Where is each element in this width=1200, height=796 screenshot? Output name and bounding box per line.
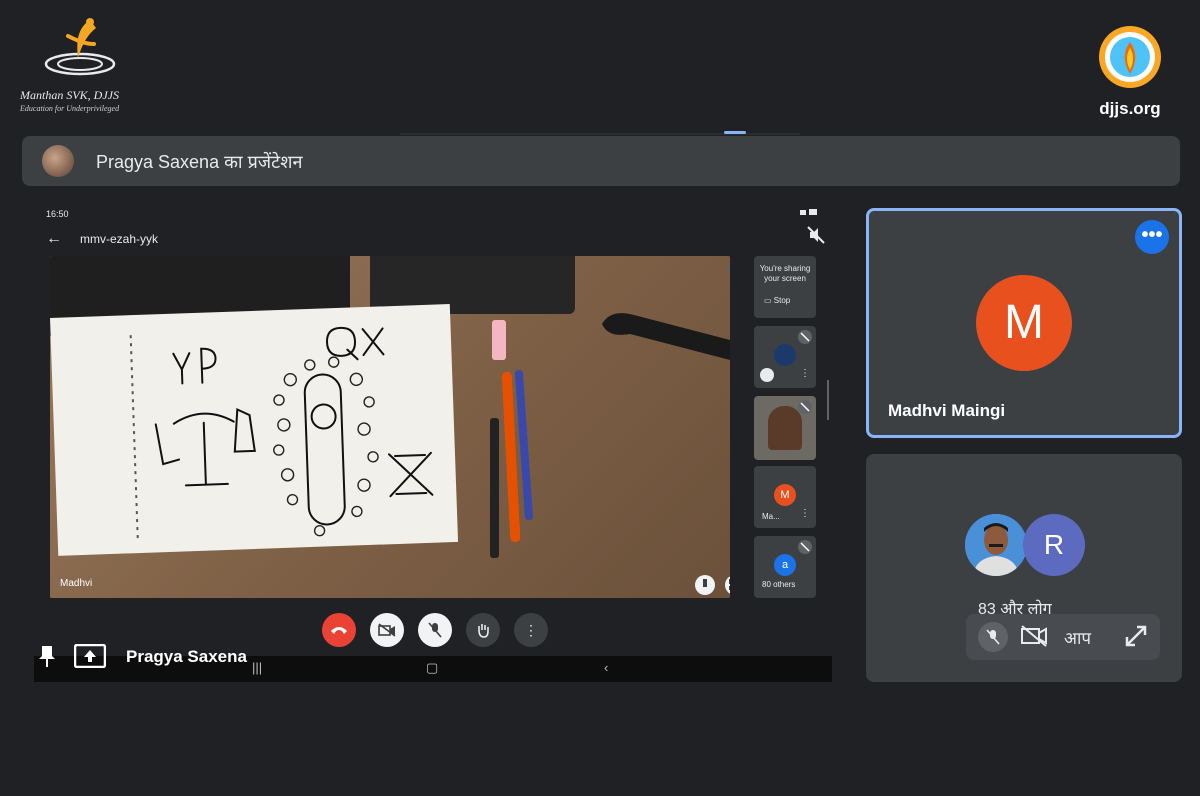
mic-off-icon xyxy=(798,540,812,556)
others-tile[interactable]: R 83 और लोग आप xyxy=(866,454,1182,682)
feed-label: Madhvi xyxy=(60,578,93,589)
presentation-banner: Pragya Saxena का प्रजेंटेशन xyxy=(22,136,1180,186)
self-view-bar: आप xyxy=(966,614,1160,660)
camera-off-icon xyxy=(378,623,396,637)
present-screen-icon[interactable] xyxy=(74,644,106,668)
participant-photo-avatar xyxy=(965,514,1027,576)
presenter-name: Pragya Saxena xyxy=(126,647,247,666)
home-icon[interactable]: ▢ xyxy=(426,660,438,676)
participant-tile-madhvi[interactable]: ••• M Madhvi Maingi xyxy=(866,208,1182,438)
self-label: आप xyxy=(1064,629,1092,648)
stop-sharing-button[interactable]: ▭ Stop xyxy=(764,296,790,305)
manthan-emblem-icon xyxy=(44,18,116,76)
mic-off-icon xyxy=(798,400,812,416)
presentation-title: Pragya Saxena का प्रजेंटेशन xyxy=(96,152,303,172)
stop-label: Stop xyxy=(773,296,791,305)
phone-status-icons xyxy=(800,208,820,218)
shared-screen: 16:50 ← mmv-ezah-yyk Madhvi You're shari… xyxy=(34,200,832,682)
mic-off-button[interactable] xyxy=(978,622,1008,652)
sharing-notice-line1: You're sharing xyxy=(759,264,811,273)
sharing-notice-line2: your screen xyxy=(764,274,806,283)
speaker-off-icon[interactable] xyxy=(806,225,826,250)
sketchbook xyxy=(50,304,459,556)
mic-off-icon xyxy=(428,622,442,638)
brand-name: Manthan SVK, DJJS xyxy=(20,88,119,102)
hand-icon xyxy=(760,368,774,382)
more-options-icon[interactable]: ⋮ xyxy=(800,368,810,379)
expand-icon[interactable] xyxy=(1124,624,1148,653)
djjs-logo: djjs.org xyxy=(1090,24,1170,120)
participant-face xyxy=(768,406,802,450)
participant-name: Ma... xyxy=(762,512,780,521)
markers xyxy=(490,320,533,558)
sharing-notice-tile: You're sharing your screen ▭ Stop xyxy=(754,256,816,318)
pin-icon[interactable] xyxy=(38,644,56,668)
presenter-avatar xyxy=(42,145,74,177)
others-tile[interactable]: a 80 others xyxy=(754,536,816,598)
stop-icon: ▭ xyxy=(764,296,772,305)
raise-hand-button[interactable] xyxy=(466,613,500,647)
scrollbar[interactable] xyxy=(827,380,829,420)
end-call-icon xyxy=(331,627,347,634)
fullscreen-icon xyxy=(725,576,730,594)
brand-tagline: Education for Underprivileged xyxy=(20,104,120,113)
back-icon[interactable]: ‹ xyxy=(604,660,608,675)
more-options-icon: ••• xyxy=(1141,224,1163,246)
back-arrow-icon[interactable]: ← xyxy=(46,230,62,248)
participant-avatar-r: R xyxy=(1023,514,1085,576)
more-options-icon: ⋮ xyxy=(524,621,538,638)
mic-toggle-button[interactable] xyxy=(418,613,452,647)
others-count: 80 others xyxy=(762,580,796,589)
participant-avatar xyxy=(774,344,796,366)
djjs-url[interactable]: djjs.org xyxy=(1090,99,1170,119)
participant-avatar: M xyxy=(976,275,1072,371)
phone-status-time: 16:50 xyxy=(46,209,69,219)
tab-indicator xyxy=(724,131,746,134)
stand-object xyxy=(602,313,730,360)
presenter-bar: Pragya Saxena xyxy=(38,642,298,672)
participant-name: Madhvi Maingi xyxy=(888,401,1006,420)
mic-off-icon xyxy=(798,330,812,346)
meet-controls: ⋮ xyxy=(322,613,548,647)
camera-feed: Madhvi xyxy=(50,256,730,598)
djjs-emblem-icon xyxy=(1099,26,1161,88)
participant-video-tile[interactable] xyxy=(754,396,816,460)
pin-icon xyxy=(695,575,715,595)
camera-toggle-button[interactable] xyxy=(370,613,404,647)
participant-avatar-a: a xyxy=(774,554,796,576)
manthan-logo: Manthan SVK, DJJS Education for Underpri… xyxy=(18,14,138,114)
mic-off-icon xyxy=(728,262,730,281)
feed-corner-controls xyxy=(695,574,730,598)
mic-off-icon xyxy=(986,629,1000,645)
participant-tile-1[interactable]: ⋮ xyxy=(754,326,816,388)
participant-avatar-m: M xyxy=(774,484,796,506)
camera-off-icon[interactable] xyxy=(1020,624,1048,653)
raise-hand-icon xyxy=(478,624,489,638)
more-options-button[interactable]: ⋮ xyxy=(514,613,548,647)
meeting-code[interactable]: mmv-ezah-yyk xyxy=(80,232,158,246)
more-options-icon[interactable]: ⋮ xyxy=(800,508,810,519)
more-options-button[interactable]: ••• xyxy=(1135,220,1169,254)
participant-tile-m[interactable]: M Ma... ⋮ xyxy=(754,466,816,528)
end-call-button[interactable] xyxy=(322,613,356,647)
